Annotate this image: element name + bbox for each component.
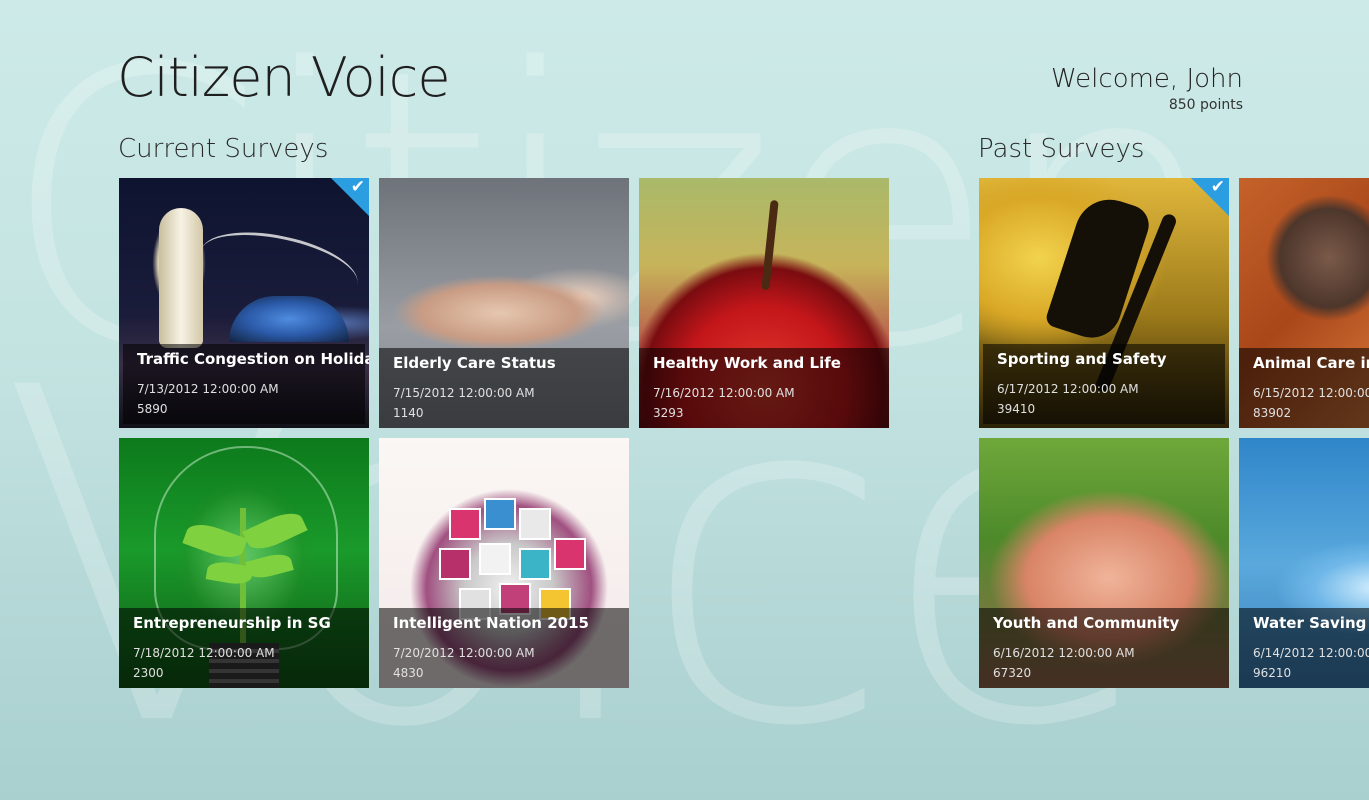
survey-response-count: 4830 bbox=[393, 666, 424, 680]
user-panel[interactable]: Welcome, John 850 points bbox=[1051, 64, 1243, 113]
survey-date: 6/15/2012 12:00:00 AM bbox=[1253, 386, 1369, 400]
survey-tile[interactable]: Healthy Work and Life 7/16/2012 12:00:00… bbox=[639, 178, 889, 428]
survey-title: Healthy Work and Life bbox=[653, 354, 841, 372]
app-title: Citizen Voice bbox=[117, 46, 451, 109]
survey-date: 7/15/2012 12:00:00 AM bbox=[393, 386, 535, 400]
user-points: 850 points bbox=[1168, 97, 1243, 113]
past-surveys-header[interactable]: Past Surveys bbox=[978, 134, 1144, 164]
survey-date: 6/16/2012 12:00:00 AM bbox=[993, 646, 1135, 660]
survey-tile[interactable]: Youth and Community 6/16/2012 12:00:00 A… bbox=[979, 438, 1229, 688]
survey-tile[interactable]: ✔ Sporting and Safety 6/17/2012 12:00:00… bbox=[979, 178, 1229, 428]
survey-date: 7/16/2012 12:00:00 AM bbox=[653, 386, 795, 400]
survey-caption: Entrepreneurship in SG 7/18/2012 12:00:0… bbox=[119, 608, 369, 688]
survey-tile[interactable]: Water Saving Behaviour 6/14/2012 12:00:0… bbox=[1239, 438, 1369, 688]
survey-response-count: 96210 bbox=[1253, 666, 1292, 680]
survey-caption: Elderly Care Status 7/15/2012 12:00:00 A… bbox=[379, 348, 629, 428]
survey-title: Water Saving Behaviour bbox=[1253, 614, 1369, 632]
survey-date: 7/18/2012 12:00:00 AM bbox=[133, 646, 275, 660]
survey-title: Intelligent Nation 2015 bbox=[393, 614, 589, 632]
survey-date: 6/17/2012 12:00:00 AM bbox=[997, 382, 1139, 396]
survey-caption: Animal Care in SG 6/15/2012 12:00:00 AM … bbox=[1239, 348, 1369, 428]
survey-response-count: 67320 bbox=[993, 666, 1032, 680]
survey-response-count: 1140 bbox=[393, 406, 424, 420]
survey-title: Youth and Community bbox=[993, 614, 1180, 632]
survey-caption: Sporting and Safety 6/17/2012 12:00:00 A… bbox=[983, 344, 1225, 424]
survey-title: Elderly Care Status bbox=[393, 354, 556, 372]
survey-date: 7/20/2012 12:00:00 AM bbox=[393, 646, 535, 660]
survey-tile[interactable]: ✔ Traffic Congestion on Holidays 7/13/20… bbox=[119, 178, 369, 428]
survey-response-count: 83902 bbox=[1253, 406, 1292, 420]
check-icon: ✔ bbox=[350, 178, 365, 197]
survey-caption: Water Saving Behaviour 6/14/2012 12:00:0… bbox=[1239, 608, 1369, 688]
survey-title: Animal Care in SG bbox=[1253, 354, 1369, 372]
survey-title: Entrepreneurship in SG bbox=[133, 614, 331, 632]
survey-caption: Traffic Congestion on Holidays 7/13/2012… bbox=[123, 344, 369, 424]
survey-response-count: 39410 bbox=[997, 402, 1036, 416]
survey-title: Sporting and Safety bbox=[997, 350, 1167, 368]
welcome-text: Welcome, John bbox=[1051, 64, 1243, 94]
survey-date: 7/13/2012 12:00:00 AM bbox=[137, 382, 279, 396]
survey-tile[interactable]: Elderly Care Status 7/15/2012 12:00:00 A… bbox=[379, 178, 629, 428]
survey-caption: Healthy Work and Life 7/16/2012 12:00:00… bbox=[639, 348, 889, 428]
survey-response-count: 3293 bbox=[653, 406, 684, 420]
survey-tile[interactable]: Intelligent Nation 2015 7/20/2012 12:00:… bbox=[379, 438, 629, 688]
survey-caption: Youth and Community 6/16/2012 12:00:00 A… bbox=[979, 608, 1229, 688]
survey-response-count: 2300 bbox=[133, 666, 164, 680]
current-surveys-header[interactable]: Current Surveys bbox=[118, 134, 328, 164]
survey-caption: Intelligent Nation 2015 7/20/2012 12:00:… bbox=[379, 608, 629, 688]
survey-title: Traffic Congestion on Holidays bbox=[137, 350, 369, 368]
survey-tile[interactable]: Entrepreneurship in SG 7/18/2012 12:00:0… bbox=[119, 438, 369, 688]
survey-response-count: 5890 bbox=[137, 402, 168, 416]
check-icon: ✔ bbox=[1210, 178, 1225, 197]
survey-date: 6/14/2012 12:00:00 AM bbox=[1253, 646, 1369, 660]
survey-tile[interactable]: Animal Care in SG 6/15/2012 12:00:00 AM … bbox=[1239, 178, 1369, 428]
